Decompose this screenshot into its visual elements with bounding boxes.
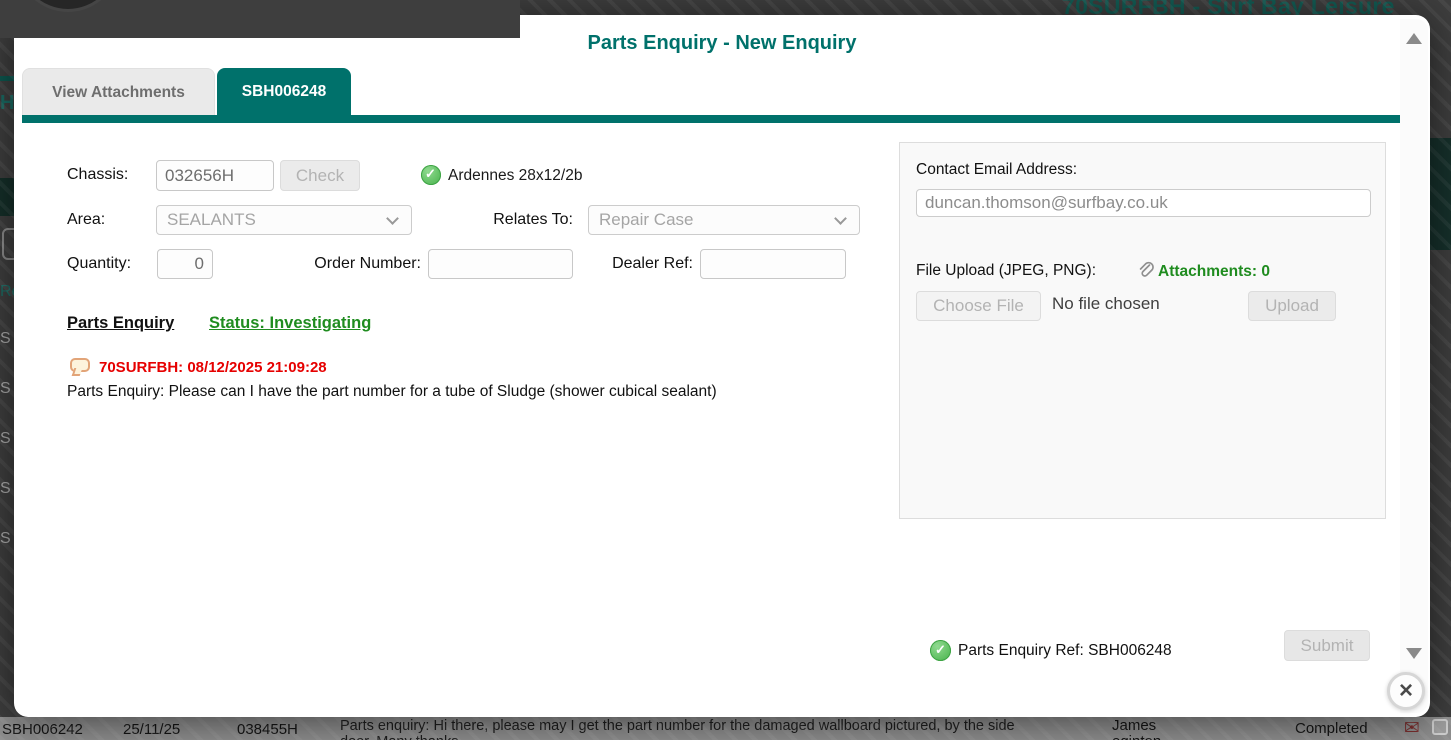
contact-email-input[interactable] bbox=[916, 189, 1371, 217]
chassis-label: Chassis: bbox=[67, 160, 128, 190]
quantity-input[interactable] bbox=[157, 249, 213, 279]
logo-circle bbox=[16, 0, 120, 12]
order-number-input[interactable] bbox=[428, 249, 573, 279]
row-checkbox[interactable] bbox=[1432, 719, 1448, 735]
order-number-label: Order Number: bbox=[304, 249, 421, 279]
background-header-overlay bbox=[0, 0, 520, 38]
file-upload-label: File Upload (JPEG, PNG): bbox=[916, 262, 1096, 280]
scroll-down-icon[interactable] bbox=[1406, 648, 1422, 659]
tab-view-attachments[interactable]: View Attachments bbox=[22, 68, 215, 115]
area-select[interactable]: SEALANTS bbox=[156, 205, 412, 235]
background-home-link-fragment: H bbox=[0, 92, 14, 115]
contact-email-label: Contact Email Address: bbox=[916, 161, 1077, 179]
dialog-scrollbar[interactable] bbox=[1400, 19, 1428, 713]
relates-to-select-value: Repair Case bbox=[599, 210, 694, 229]
row-status: Completed bbox=[1295, 720, 1368, 737]
comment-author-timestamp: 70SURFBH: 08/12/2025 21:09:28 bbox=[99, 359, 327, 376]
chevron-down-icon bbox=[386, 212, 399, 225]
upload-button[interactable]: Upload bbox=[1248, 291, 1336, 321]
relates-to-select[interactable]: Repair Case bbox=[588, 205, 860, 235]
parts-enquiry-link[interactable]: Parts Enquiry bbox=[67, 314, 174, 333]
area-select-value: SEALANTS bbox=[167, 210, 256, 229]
status-link[interactable]: Status: Investigating bbox=[209, 314, 371, 333]
dealer-ref-input[interactable] bbox=[700, 249, 846, 279]
model-name: Ardennes 28x12/2b bbox=[448, 160, 582, 191]
row-date: 25/11/25 bbox=[123, 721, 180, 738]
no-file-chosen-text: No file chosen bbox=[1052, 294, 1160, 314]
attachments-count: Attachments: 0 bbox=[1158, 263, 1270, 281]
quantity-label: Quantity: bbox=[67, 249, 131, 279]
background-row-fragment: S bbox=[0, 430, 11, 448]
screen: 70SURFBH - Surf Bay Leisure H Re S S S S… bbox=[0, 0, 1451, 740]
dealer-ref-label: Dealer Ref: bbox=[604, 249, 693, 279]
scroll-up-icon[interactable] bbox=[1406, 33, 1422, 44]
tab-enquiry-ref[interactable]: SBH006248 bbox=[217, 68, 351, 115]
row-reference: SBH006242 bbox=[2, 721, 83, 738]
paperclip-icon bbox=[1137, 261, 1155, 279]
background-table-row: SBH006242 25/11/25 038455H Parts enquiry… bbox=[0, 717, 1451, 740]
row-chassis: 038455H bbox=[237, 721, 298, 738]
background-row-fragment: S bbox=[0, 530, 11, 548]
background-divider bbox=[0, 76, 14, 81]
row-message: Parts enquiry: Hi there, please may I ge… bbox=[340, 718, 1020, 740]
close-button[interactable]: × bbox=[1387, 672, 1425, 710]
comment-text: Parts Enquiry: Please can I have the par… bbox=[67, 381, 727, 403]
ref-check-icon bbox=[930, 640, 951, 661]
row-assignee-last: eginton bbox=[1112, 733, 1161, 740]
area-label: Area: bbox=[67, 205, 105, 235]
valid-check-icon bbox=[421, 165, 441, 185]
background-header-band bbox=[0, 178, 14, 216]
check-button[interactable]: Check bbox=[280, 160, 360, 191]
chevron-down-icon bbox=[834, 212, 847, 225]
background-row-fragment: S bbox=[0, 330, 11, 348]
background-row-fragment: S bbox=[0, 380, 11, 398]
parts-enquiry-dialog: Parts Enquiry - New Enquiry View Attachm… bbox=[14, 15, 1430, 717]
background-row-fragment: S bbox=[0, 480, 11, 498]
parts-enquiry-ref-text: Parts Enquiry Ref: SBH006248 bbox=[958, 642, 1172, 660]
chassis-input[interactable] bbox=[156, 160, 274, 191]
choose-file-button[interactable]: Choose File bbox=[916, 291, 1041, 321]
relates-to-label: Relates To: bbox=[434, 205, 573, 235]
submit-button[interactable]: Submit bbox=[1284, 630, 1370, 661]
tab-underline-bar bbox=[22, 115, 1400, 123]
email-icon: ✉ bbox=[1404, 717, 1420, 739]
contact-upload-panel: Contact Email Address: File Upload (JPEG… bbox=[899, 142, 1386, 519]
comment-bubble-icon bbox=[70, 358, 90, 372]
background-right-band bbox=[1430, 138, 1451, 250]
row-assignee-first: James bbox=[1112, 717, 1156, 734]
